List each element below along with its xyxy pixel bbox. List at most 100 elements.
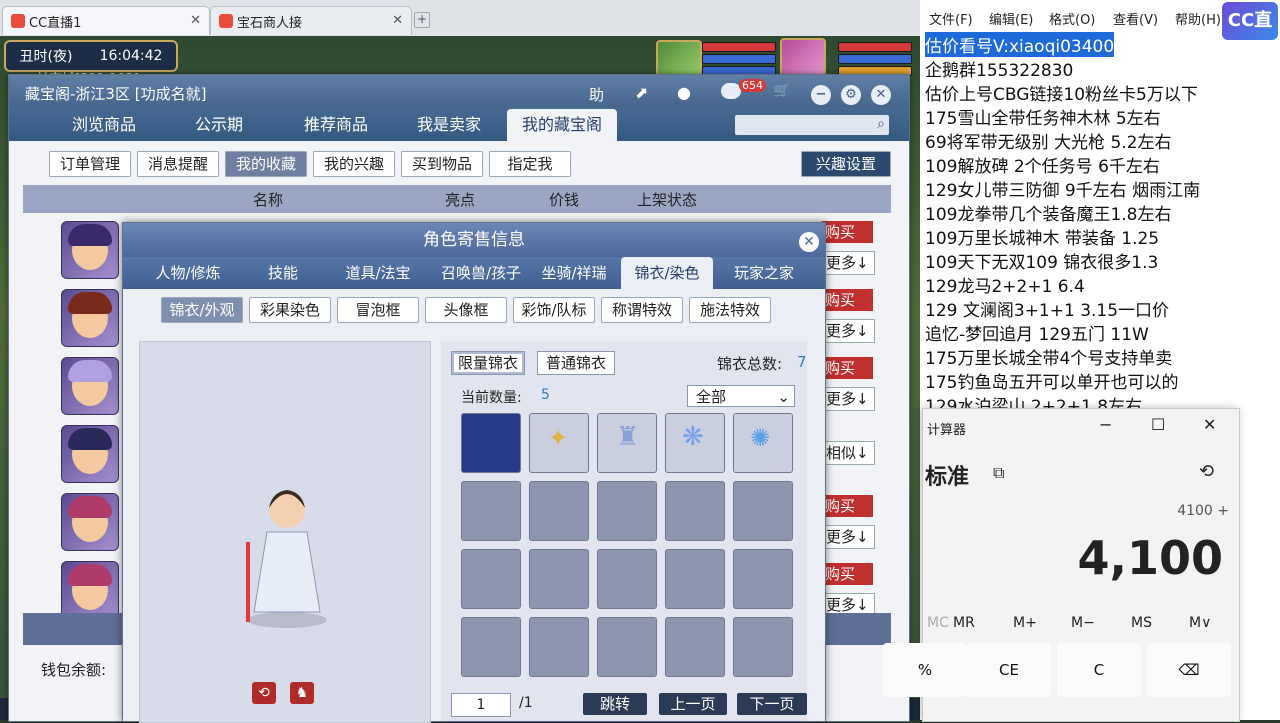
- memory-add-key[interactable]: M+: [1013, 615, 1037, 631]
- message-reminder-button[interactable]: 消息提醒: [137, 151, 219, 177]
- role-avatar[interactable]: [61, 289, 119, 347]
- settings-icon[interactable]: ⚙: [841, 85, 861, 105]
- rotate-icon[interactable]: ⟲: [252, 682, 276, 704]
- close-icon[interactable]: ✕: [1203, 415, 1216, 434]
- more-button[interactable]: 更多↓: [821, 319, 875, 343]
- buy-button[interactable]: 购买: [821, 289, 873, 311]
- tab-skills[interactable]: 技能: [243, 257, 323, 289]
- note-line[interactable]: 175雪山全带任务神木林 5左右: [925, 104, 1161, 129]
- percent-key[interactable]: %: [883, 643, 967, 697]
- normal-outfit-filter[interactable]: 普通锦衣: [537, 351, 615, 375]
- minimize-icon[interactable]: −: [811, 85, 831, 105]
- subtab-dye[interactable]: 彩果染色: [249, 297, 331, 323]
- note-line[interactable]: 129 文澜阁3+1+1 3.15一口价: [925, 296, 1169, 321]
- buy-button[interactable]: 购买: [821, 563, 873, 585]
- note-line[interactable]: 175万里长城全带4个号支持单卖: [925, 344, 1172, 369]
- similar-button[interactable]: 相似↓: [821, 441, 875, 465]
- buy-button[interactable]: 购买: [821, 357, 873, 379]
- outfit-slot[interactable]: ✦: [529, 413, 589, 473]
- browser-tab-cc-live[interactable]: CC直播1 ✕: [2, 6, 210, 35]
- empty-slot[interactable]: [529, 617, 589, 677]
- outfit-slot[interactable]: [461, 413, 521, 473]
- empty-slot[interactable]: [529, 481, 589, 541]
- role-avatar[interactable]: [61, 357, 119, 415]
- more-button[interactable]: 更多↓: [821, 251, 875, 275]
- role-avatar[interactable]: [61, 221, 119, 279]
- empty-slot[interactable]: [597, 617, 657, 677]
- empty-slot[interactable]: [461, 481, 521, 541]
- minimize-icon[interactable]: −: [1099, 415, 1112, 434]
- menu-help[interactable]: 帮助(H): [1175, 9, 1221, 28]
- chat-icon[interactable]: [721, 83, 741, 99]
- assigned-to-me-button[interactable]: 指定我: [489, 151, 571, 177]
- subtab-title-effect[interactable]: 称谓特效: [601, 297, 683, 323]
- search-input[interactable]: ⌕: [735, 115, 889, 135]
- subtab-team-badge[interactable]: 彩饰/队标: [513, 297, 595, 323]
- note-line[interactable]: 129女儿带三防御 9千左右 烟雨江南: [925, 176, 1200, 201]
- limited-outfit-filter[interactable]: 限量锦衣: [451, 351, 525, 375]
- tab-summons[interactable]: 召唤兽/孩子: [429, 257, 533, 289]
- empty-slot[interactable]: [461, 617, 521, 677]
- outfit-slot[interactable]: ♜: [597, 413, 657, 473]
- bought-items-button[interactable]: 买到物品: [401, 151, 483, 177]
- tab-mounts[interactable]: 坐骑/祥瑞: [529, 257, 619, 289]
- subtab-cast-effect[interactable]: 施法特效: [689, 297, 771, 323]
- tab-character[interactable]: 人物/修炼: [143, 257, 233, 289]
- memory-list-key[interactable]: M∨: [1189, 615, 1211, 631]
- backspace-key[interactable]: ⌫: [1147, 643, 1231, 697]
- empty-slot[interactable]: [597, 481, 657, 541]
- more-button[interactable]: 更多↓: [821, 525, 875, 549]
- note-line[interactable]: 企鹅群155322830: [925, 56, 1073, 81]
- order-management-button[interactable]: 订单管理: [49, 151, 131, 177]
- prev-page-button[interactable]: 上一页: [659, 693, 727, 715]
- empty-slot[interactable]: [665, 481, 725, 541]
- my-interests-button[interactable]: 我的兴趣: [313, 151, 395, 177]
- tab-player-home[interactable]: 玩家之家: [721, 257, 807, 289]
- buy-button[interactable]: 购买: [821, 221, 873, 243]
- browser-tab-gem-merchant[interactable]: 宝石商人接 ✕: [210, 6, 412, 35]
- close-icon[interactable]: ✕: [871, 85, 891, 105]
- note-line[interactable]: 129龙马2+2+1 6.4: [925, 272, 1085, 297]
- note-line[interactable]: 69将军带无级别 大光枪 5.2左右: [925, 128, 1171, 153]
- note-line[interactable]: 追忆-梦回追月 129五门 11W: [925, 320, 1149, 345]
- note-line[interactable]: 109龙拳带几个装备魔王1.8左右: [925, 200, 1171, 225]
- role-avatar[interactable]: [61, 425, 119, 483]
- share-icon[interactable]: ⬈: [635, 83, 648, 102]
- cart-icon[interactable]: 🛒: [773, 83, 790, 99]
- interest-settings-button[interactable]: 兴趣设置: [801, 151, 891, 177]
- page-input[interactable]: 1: [451, 693, 511, 717]
- subtab-outfit-look[interactable]: 锦衣/外观: [161, 297, 243, 323]
- memory-subtract-key[interactable]: M−: [1071, 615, 1095, 631]
- record-icon[interactable]: ●: [677, 83, 691, 102]
- role-avatar[interactable]: [61, 561, 119, 619]
- memory-recall-key[interactable]: MR: [953, 615, 975, 631]
- note-line[interactable]: 109解放碑 2个任务号 6千左右: [925, 152, 1160, 177]
- modal-close-icon[interactable]: ✕: [799, 232, 819, 252]
- tab-public[interactable]: 公示期: [169, 109, 269, 141]
- tab-items[interactable]: 道具/法宝: [333, 257, 423, 289]
- empty-slot[interactable]: [733, 549, 793, 609]
- keep-on-top-icon[interactable]: ⧉: [993, 463, 1004, 483]
- role-avatar[interactable]: [61, 493, 119, 551]
- category-dropdown[interactable]: 全部 ⌄: [687, 385, 795, 407]
- tab-close-icon[interactable]: ✕: [392, 13, 403, 28]
- empty-slot[interactable]: [529, 549, 589, 609]
- maximize-icon[interactable]: ☐: [1151, 415, 1165, 434]
- note-line[interactable]: 109万里长城神木 带装备 1.25: [925, 224, 1159, 249]
- note-line[interactable]: 估价上号CBG链接10粉丝卡5万以下: [925, 80, 1198, 105]
- empty-slot[interactable]: [665, 617, 725, 677]
- history-icon[interactable]: ⟲: [1199, 461, 1214, 482]
- search-icon[interactable]: ⌕: [877, 116, 885, 132]
- note-line[interactable]: 估价看号V:xiaoqi03400: [925, 32, 1115, 57]
- empty-slot[interactable]: [733, 481, 793, 541]
- next-page-button[interactable]: 下一页: [737, 693, 807, 715]
- tab-my-cbg[interactable]: 我的藏宝阁: [507, 109, 617, 141]
- more-button[interactable]: 更多↓: [821, 387, 875, 411]
- tab-seller[interactable]: 我是卖家: [399, 109, 499, 141]
- buy-button[interactable]: 购买: [821, 495, 873, 517]
- my-favorites-button[interactable]: 我的收藏: [225, 151, 307, 177]
- empty-slot[interactable]: [733, 617, 793, 677]
- menu-file[interactable]: 文件(F): [929, 9, 973, 28]
- tab-outfits[interactable]: 锦衣/染色: [621, 257, 713, 289]
- menu-view[interactable]: 查看(V): [1113, 9, 1158, 28]
